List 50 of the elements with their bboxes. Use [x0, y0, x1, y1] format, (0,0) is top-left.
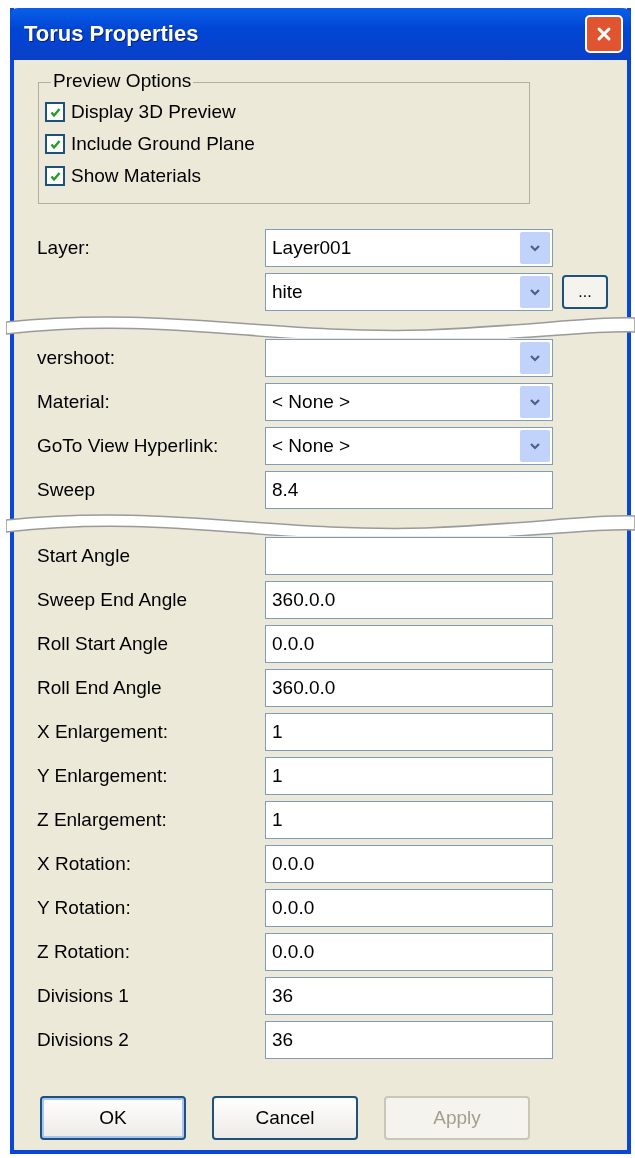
dropdown-field[interactable] — [265, 339, 553, 377]
dropdown-field[interactable]: < None > — [265, 383, 553, 421]
field-label: Start Angle — [37, 545, 131, 567]
close-icon — [596, 26, 612, 42]
input-field[interactable]: 36 — [265, 1021, 553, 1059]
input-field[interactable] — [265, 537, 553, 575]
field-label: Z Rotation: — [37, 941, 131, 963]
field-label: Layer: — [37, 237, 91, 259]
input-field[interactable]: 36 — [265, 977, 553, 1015]
field-label: Z Enlargement: — [37, 809, 168, 831]
dialog-button[interactable]: Cancel — [212, 1096, 358, 1140]
field-label: X Rotation: — [37, 853, 132, 875]
input-field[interactable]: 0.0.0 — [265, 845, 553, 883]
field-label: Y Rotation: — [37, 897, 132, 919]
field-label: Divisions 2 — [37, 1029, 130, 1051]
field-label: Material: — [37, 391, 111, 413]
checkbox-label: Display 3D Preview — [71, 101, 236, 123]
dropdown-field[interactable]: Layer001 — [265, 229, 553, 267]
input-field[interactable]: 0.0.0 — [265, 933, 553, 971]
input-field[interactable]: 0.0.0 — [265, 889, 553, 927]
field-label: Roll End Angle — [37, 677, 163, 699]
checkbox-label: Include Ground Plane — [71, 133, 255, 155]
checkbox-label: Show Materials — [71, 165, 201, 187]
field-label: Sweep End Angle — [37, 589, 188, 611]
checkbox[interactable] — [45, 102, 65, 122]
browse-button[interactable]: ... — [562, 275, 608, 309]
input-field[interactable]: 360.0.0 — [265, 581, 553, 619]
field-label: Divisions 1 — [37, 985, 130, 1007]
checkbox[interactable] — [45, 134, 65, 154]
input-field[interactable]: 0.0.0 — [265, 625, 553, 663]
field-label: vershoot: — [37, 347, 117, 369]
input-field[interactable]: 1 — [265, 713, 553, 751]
input-field[interactable]: 1 — [265, 757, 553, 795]
field-label: Sweep — [37, 479, 97, 501]
input-field[interactable]: 360.0.0 — [265, 669, 553, 707]
window-title: Torus Properties — [24, 21, 199, 47]
field-label: Y Enlargement: — [37, 765, 169, 787]
dropdown-field[interactable]: hite — [265, 273, 553, 311]
field-label: Roll Start Angle — [37, 633, 169, 655]
dropdown-field[interactable]: < None > — [265, 427, 553, 465]
checkbox[interactable] — [45, 166, 65, 186]
input-field[interactable]: 1 — [265, 801, 553, 839]
close-button[interactable] — [585, 15, 623, 53]
checkmark-icon — [48, 137, 62, 151]
dialog-button[interactable]: OK — [40, 1096, 186, 1140]
checkmark-icon — [48, 169, 62, 183]
field-label: X Enlargement: — [37, 721, 169, 743]
field-label: GoTo View Hyperlink: — [37, 435, 220, 457]
input-field[interactable]: 8.4 — [265, 471, 553, 509]
checkmark-icon — [48, 105, 62, 119]
